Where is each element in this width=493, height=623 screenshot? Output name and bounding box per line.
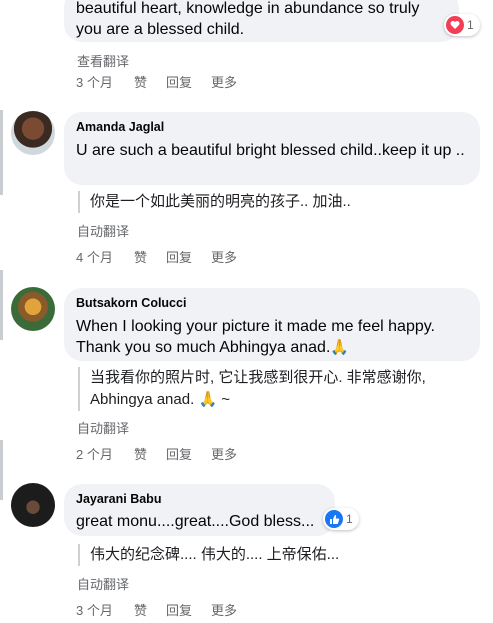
pray-emoji: 🙏 — [330, 339, 350, 356]
reply-button[interactable]: 回复 — [166, 247, 211, 266]
auto-translate-label: 自动翻译 — [77, 577, 130, 592]
translation-text: 你是一个如此美丽的明亮的孩子.. 加油.. — [78, 191, 351, 213]
comment-bubble: beautiful heart, knowledge in abundance … — [64, 0, 459, 42]
comment-author[interactable]: Amanda Jaglal — [76, 120, 164, 134]
left-edge-divider — [0, 110, 3, 195]
comment-bubble: Butsakorn Colucci When I looking your pi… — [64, 288, 480, 361]
auto-translate-label: 自动翻译 — [77, 421, 130, 436]
thumbs-up-icon — [325, 510, 343, 528]
like-button[interactable]: 赞 — [134, 247, 166, 266]
reply-button[interactable]: 回复 — [166, 72, 211, 91]
comment-text: beautiful heart, knowledge in abundance … — [76, 0, 420, 38]
comment-author[interactable]: Butsakorn Colucci — [76, 296, 186, 310]
like-button[interactable]: 赞 — [134, 600, 166, 619]
like-button[interactable]: 赞 — [134, 72, 166, 91]
more-button[interactable]: 更多 — [211, 247, 237, 266]
translation-line: Abhingya anad. — [90, 391, 195, 408]
left-edge-divider — [0, 440, 3, 500]
comment-text: When I looking your picture it made me f… — [76, 316, 474, 358]
comment-bubble: Jayarani Babu great monu....great....God… — [64, 484, 335, 536]
comment-actions: 2 个月 赞 回复 更多 — [76, 444, 237, 463]
reply-button[interactable]: 回复 — [166, 444, 211, 463]
auto-translate-label: 自动翻译 — [77, 224, 130, 239]
avatar[interactable] — [11, 483, 55, 527]
left-edge-divider — [0, 270, 3, 340]
timestamp[interactable]: 3 个月 — [76, 600, 134, 619]
comment-actions: 4 个月 赞 回复 更多 — [76, 247, 237, 266]
pray-emoji: 🙏 — [198, 391, 218, 408]
see-translation-link[interactable]: 查看翻译 — [77, 51, 129, 70]
comment-bubble: Amanda Jaglal U are such a beautiful bri… — [64, 112, 480, 185]
timestamp[interactable]: 3 个月 — [76, 72, 134, 91]
reaction-count: 1 — [346, 512, 353, 526]
more-button[interactable]: 更多 — [211, 72, 237, 91]
comment-text: great monu....great....God bless... — [76, 513, 315, 530]
comment-actions: 3 个月 赞 回复 更多 — [76, 72, 237, 91]
comment-text-line: When I looking your picture it made me f… — [76, 318, 435, 335]
avatar[interactable] — [11, 111, 55, 155]
translation-suffix: ~ — [221, 391, 231, 408]
more-button[interactable]: 更多 — [211, 444, 237, 463]
comment-text-line: Thank you so much Abhingya anad. — [76, 339, 331, 356]
timestamp[interactable]: 4 个月 — [76, 247, 134, 266]
translation-text: 伟大的纪念碑.... 伟大的.... 上帝保佑... — [78, 544, 339, 566]
heart-icon — [446, 16, 464, 34]
comment-author[interactable]: Jayarani Babu — [76, 492, 161, 506]
comment-text: U are such a beautiful bright blessed ch… — [76, 142, 465, 159]
reaction-count: 1 — [467, 18, 474, 32]
timestamp[interactable]: 2 个月 — [76, 444, 134, 463]
translation-line: 当我看你的照片时, 它让我感到很开心. 非常感谢你, — [90, 369, 426, 386]
comment-actions: 3 个月 赞 回复 更多 — [76, 600, 237, 619]
reaction-badge[interactable]: 1 — [323, 508, 359, 530]
more-button[interactable]: 更多 — [211, 600, 237, 619]
translation-text: 当我看你的照片时, 它让我感到很开心. 非常感谢你, Abhingya anad… — [78, 367, 426, 411]
reply-button[interactable]: 回复 — [166, 600, 211, 619]
like-button[interactable]: 赞 — [134, 444, 166, 463]
avatar[interactable] — [11, 287, 55, 331]
reaction-badge[interactable]: 1 — [444, 14, 480, 36]
